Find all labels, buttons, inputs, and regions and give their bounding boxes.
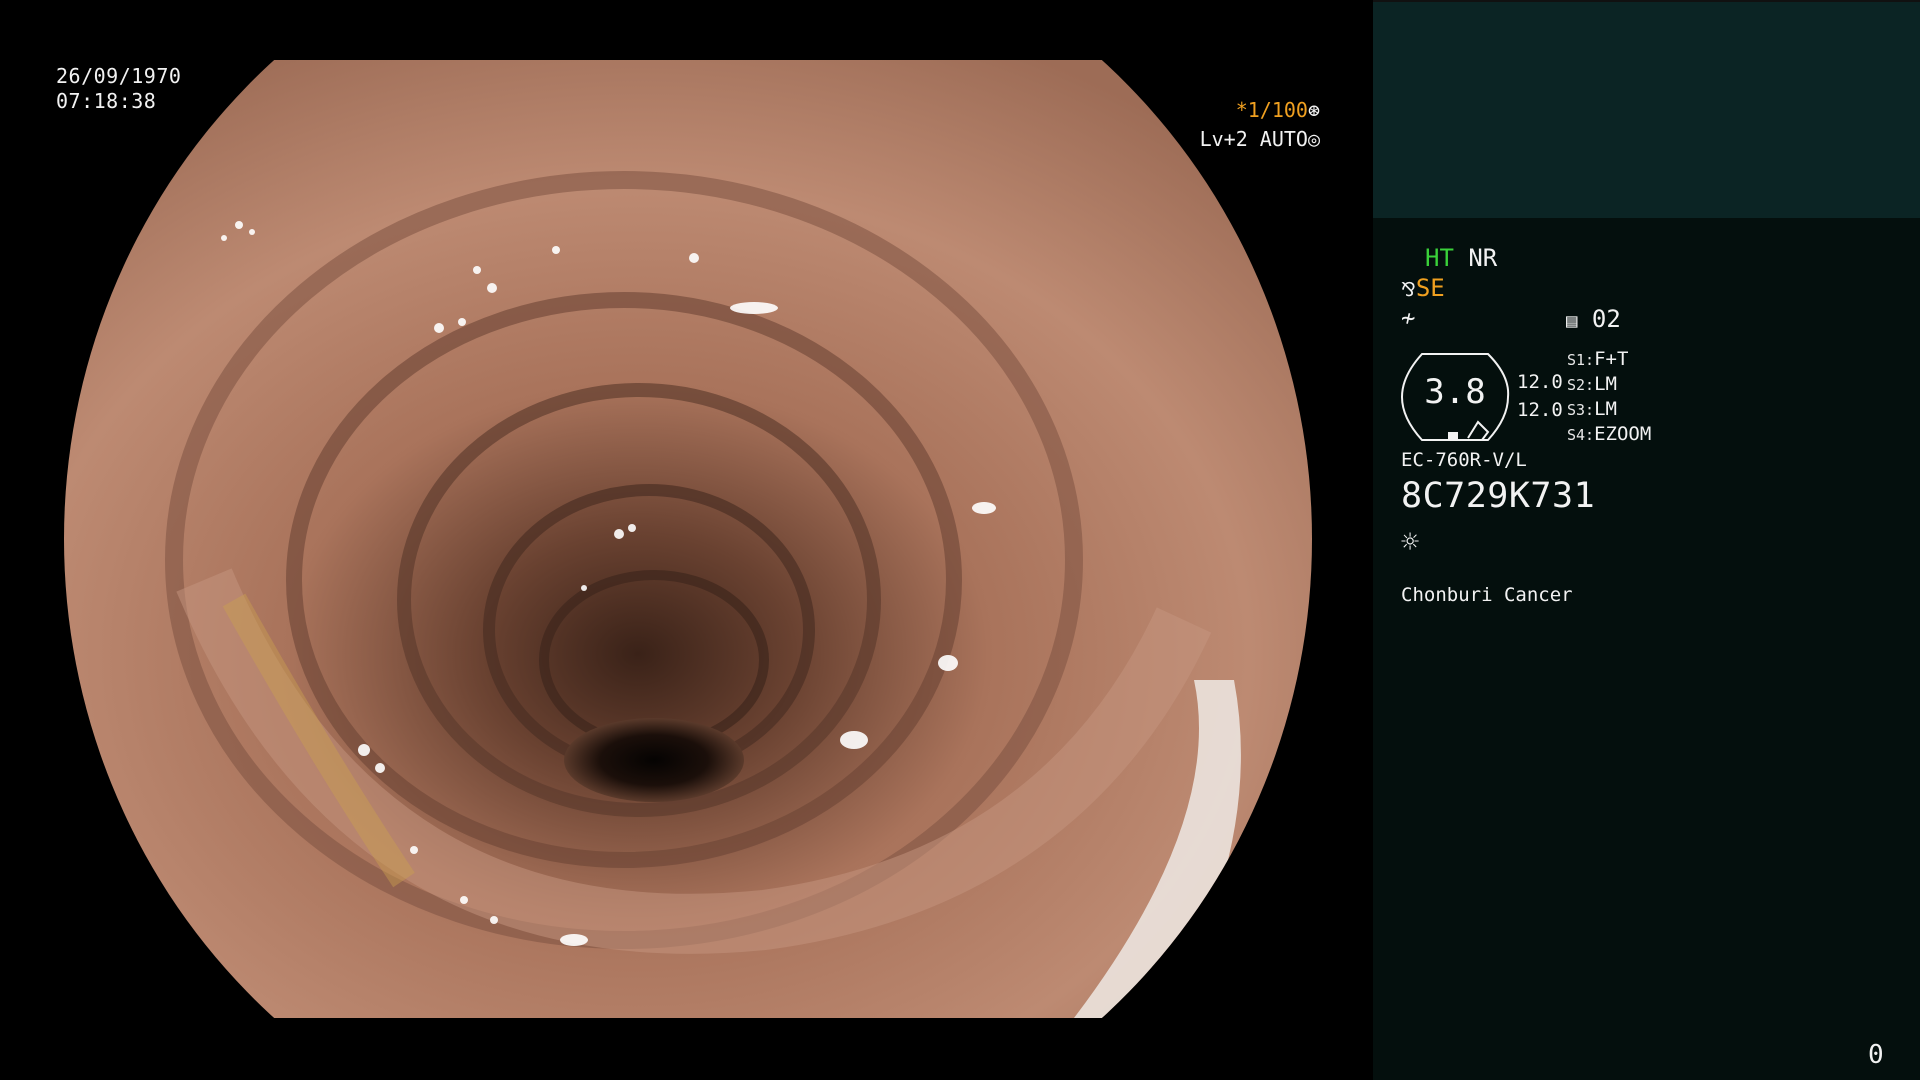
endoscope-video-area: 26/09/1970 07:18:38 *1/100⊛ Lv+2 AUTO◎ [0,0,1373,1080]
switch-value: F+T [1594,348,1629,370]
switch-s2: S2:LM [1567,372,1617,398]
enhancement-status: HT NR [1425,243,1497,273]
switch-key: S4: [1567,426,1595,444]
nr-indicator: NR [1468,244,1498,272]
colon-lumen-image [64,60,1312,1018]
exam-datetime: 26/09/1970 07:18:38 [56,64,181,114]
structure-enhancement: ⅋SE [1401,273,1445,303]
switch-s4: S4:EZOOM [1567,422,1651,448]
scope-serial: 8C729K731 [1401,476,1596,516]
switch-s1: S1:F+T [1567,347,1628,373]
iris-icon: ◎ [1307,127,1320,151]
institution-name: Chonburi Cancer [1401,584,1573,606]
brightness-level: Lv+2 AUTO [1199,127,1308,151]
shutter-speed: *1/100 [1235,98,1308,122]
ht-indicator: HT [1425,244,1454,272]
info-panel-header [1373,0,1920,218]
endoscopic-image [64,60,1312,1018]
aperture-icon: ⊛ [1307,98,1320,122]
memory-card-icon: ▤ [1566,310,1578,332]
switch-value: LM [1594,398,1617,420]
info-panel [1373,0,1920,1080]
scope-model: EC-760R-V/L [1401,449,1527,471]
light-icon: ☼ [1401,525,1420,560]
color-mode: ≁ [1401,303,1415,333]
dimension-lower: 12.0 [1517,399,1563,421]
switch-key: S1: [1567,351,1595,369]
exam-time: 07:18:38 [56,89,157,113]
image-counter: 0 [1868,1040,1884,1070]
switch-value: LM [1594,373,1617,395]
exam-date: 26/09/1970 [56,64,182,88]
color-mode-icon: ≁ [1401,304,1416,332]
dimension-upper: 12.0 [1517,371,1563,393]
switch-s3: S3:LM [1567,397,1617,423]
memory-indicator: ▤ 02 [1566,304,1621,334]
switch-key: S2: [1567,376,1595,394]
switch-key: S3: [1567,401,1595,419]
shutter-indicator: *1/100⊛ [1236,97,1320,124]
memory-value: 02 [1591,305,1621,333]
se-indicator: SE [1415,274,1445,302]
scope-value: 3.8 [1424,372,1486,412]
switch-value: EZOOM [1594,423,1652,445]
structure-icon: ⅋ [1401,279,1416,301]
brightness-level-indicator: Lv+2 AUTO◎ [1200,126,1320,153]
